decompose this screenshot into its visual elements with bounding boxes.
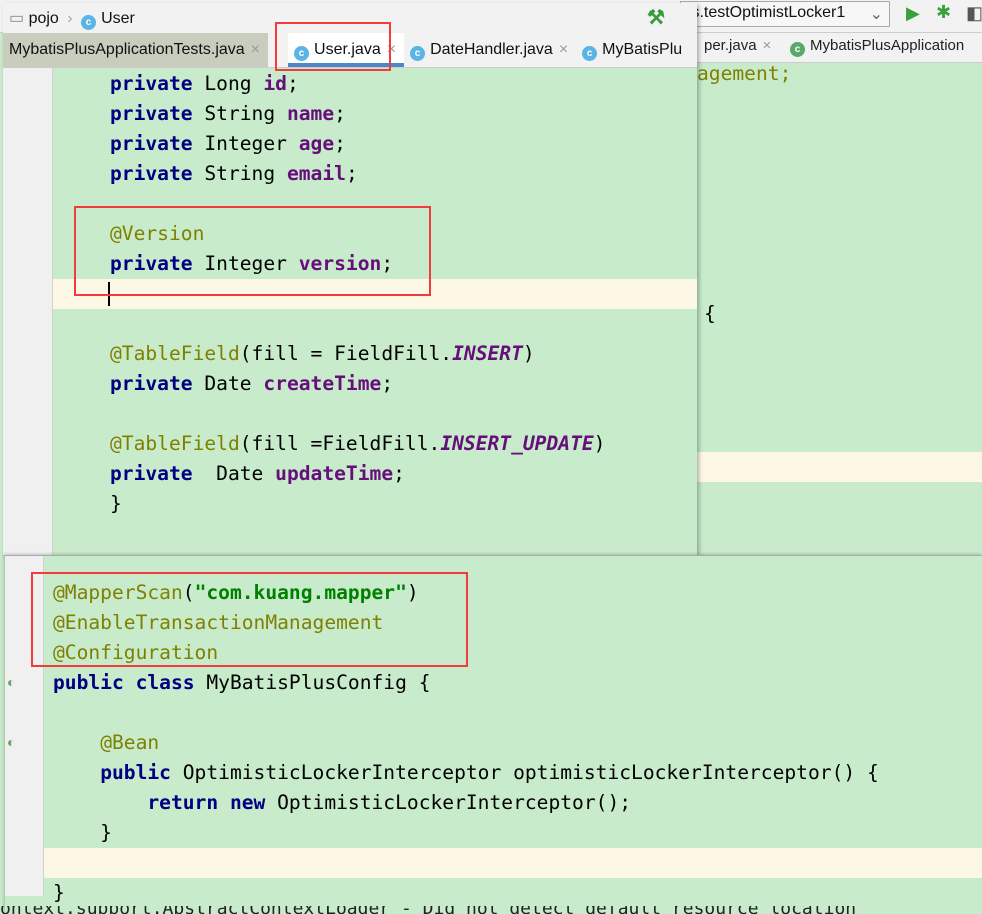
code-line: @TableField(fill =FieldFill.INSERT_UPDAT… bbox=[110, 429, 605, 459]
tab-mapper[interactable]: per.java × bbox=[704, 37, 771, 54]
spring-bean-icon[interactable]: ◐ bbox=[7, 674, 15, 690]
code-token: private bbox=[110, 462, 217, 485]
code-token: ) bbox=[522, 342, 535, 365]
code-token: private bbox=[110, 102, 205, 125]
folder-icon: ▭ bbox=[9, 10, 25, 27]
tab-application[interactable]: c MybatisPlusApplication bbox=[790, 37, 964, 57]
bg-code-line: { bbox=[704, 302, 716, 325]
chevron-down-icon: ⌄ bbox=[869, 6, 883, 23]
class-icon: c bbox=[81, 15, 97, 30]
code-line: private Long id; bbox=[110, 69, 299, 99]
code-token: return new bbox=[147, 791, 278, 814]
code-token: (fill =FieldFill. bbox=[239, 432, 441, 455]
code-line: } bbox=[53, 818, 112, 848]
run-icon[interactable]: ▶ bbox=[906, 3, 920, 24]
code-token: public bbox=[100, 761, 183, 784]
chevron-right-icon: › bbox=[67, 10, 73, 27]
code-token: INSERT bbox=[452, 342, 523, 365]
code-line: @Bean bbox=[53, 728, 159, 758]
bg-current-line bbox=[697, 452, 982, 482]
code-line: private Integer age; bbox=[110, 129, 346, 159]
code-token: updateTime bbox=[275, 462, 394, 485]
code-token: ) bbox=[593, 432, 606, 455]
code-line: public OptimisticLockerInterceptor optim… bbox=[53, 758, 879, 788]
code-token: ; bbox=[286, 72, 299, 95]
line-gutter bbox=[3, 68, 53, 555]
code-line: @TableField(fill = FieldFill.INSERT) bbox=[110, 339, 535, 369]
code-token: MyBatisPlusConfig { bbox=[206, 671, 431, 694]
current-line-highlight bbox=[44, 848, 982, 878]
run-config-dropdown[interactable]: ts.testOptimistLocker1 ⌄ bbox=[680, 1, 890, 27]
code-token: Long bbox=[204, 72, 264, 95]
tab-mybatisplusapplicationtests[interactable]: MybatisPlusApplicationTests.java × bbox=[3, 33, 269, 67]
highlight-box-user-tab bbox=[275, 22, 391, 71]
code-token: private bbox=[110, 372, 205, 395]
code-token: } bbox=[53, 821, 112, 844]
code-token: OptimisticLockerInterceptor optimisticLo… bbox=[182, 761, 879, 784]
code-token: ; bbox=[334, 132, 346, 155]
code-token: @TableField bbox=[110, 342, 240, 365]
code-line: } bbox=[110, 489, 122, 519]
code-token: INSERT_UPDATE bbox=[440, 432, 594, 455]
debug-icon[interactable]: ✱ bbox=[936, 2, 951, 23]
code-token: } bbox=[53, 881, 65, 904]
code-token: id bbox=[263, 72, 287, 95]
highlight-box-annotations bbox=[31, 572, 468, 667]
spring-bean-icon[interactable]: ◐ bbox=[7, 734, 15, 750]
code-line: return new OptimisticLockerInterceptor()… bbox=[53, 788, 631, 818]
class-icon: c bbox=[582, 46, 598, 61]
code-token: name bbox=[286, 102, 335, 125]
tab-datehandler[interactable]: c DateHandler.java × bbox=[404, 33, 576, 67]
code-line: private Date createTime; bbox=[110, 369, 393, 399]
code-token: ; bbox=[334, 102, 346, 125]
build-hammer-icon[interactable]: ⚒ bbox=[647, 5, 665, 30]
code-token: @Bean bbox=[100, 731, 160, 754]
code-token: ; bbox=[381, 372, 394, 395]
code-line: private Date updateTime; bbox=[110, 459, 405, 489]
tab-mybatisplusconfig[interactable]: c MyBatisPlu bbox=[576, 33, 690, 67]
code-token: ; bbox=[345, 162, 358, 185]
close-icon[interactable]: × bbox=[559, 41, 568, 58]
code-line: private String email; bbox=[110, 159, 358, 189]
code-token: private bbox=[110, 162, 205, 185]
code-token: String bbox=[204, 102, 287, 125]
code-line: } bbox=[53, 878, 65, 908]
code-token: age bbox=[298, 132, 335, 155]
bg-code-line: agement; bbox=[697, 62, 792, 85]
code-token: ; bbox=[393, 462, 405, 485]
code-token: Date bbox=[204, 372, 264, 395]
breadcrumb-user[interactable]: User bbox=[101, 10, 135, 27]
code-token: private bbox=[110, 132, 205, 155]
code-token: @TableField bbox=[110, 432, 240, 455]
code-token: Date bbox=[216, 462, 276, 485]
close-icon[interactable]: × bbox=[251, 41, 260, 58]
code-token: createTime bbox=[263, 372, 382, 395]
console-log-line: ontext.support.AbstractContextLoader - D… bbox=[0, 906, 982, 914]
close-icon[interactable]: × bbox=[763, 37, 772, 54]
coverage-icon[interactable]: ◧ bbox=[966, 3, 982, 24]
spring-class-icon: c bbox=[790, 42, 805, 57]
code-token: public class bbox=[53, 671, 207, 694]
code-token: Integer bbox=[204, 132, 299, 155]
code-token: String bbox=[204, 162, 287, 185]
code-token: email bbox=[286, 162, 346, 185]
code-line: private String name; bbox=[110, 99, 346, 129]
background-tab-bar: per.java × c MybatisPlusApplication bbox=[680, 33, 982, 63]
code-token: } bbox=[110, 492, 122, 515]
code-token: (fill = FieldFill. bbox=[239, 342, 453, 365]
highlight-box-version bbox=[74, 206, 431, 296]
class-icon: c bbox=[410, 46, 426, 61]
code-token: OptimisticLockerInterceptor(); bbox=[277, 791, 632, 814]
breadcrumb-pojo[interactable]: pojo bbox=[29, 10, 59, 27]
code-line: public class MyBatisPlusConfig { bbox=[53, 668, 431, 698]
code-token: private bbox=[110, 72, 205, 95]
